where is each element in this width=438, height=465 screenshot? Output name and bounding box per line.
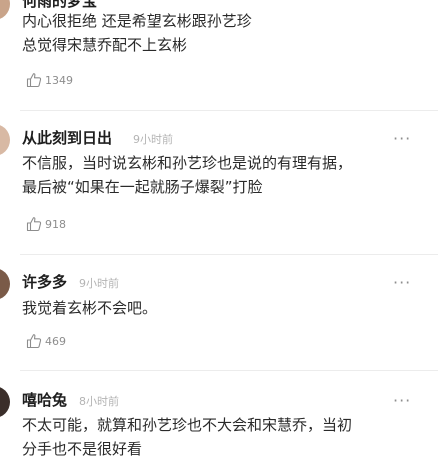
avatar[interactable]	[0, 124, 10, 156]
comment-text: 我觉着玄彬不会吧。	[22, 299, 158, 317]
comment-author[interactable]: 从此刻到日出	[22, 127, 112, 148]
divider	[20, 110, 438, 111]
like-button[interactable]: 918	[26, 216, 66, 232]
comment-author[interactable]: 许多多	[22, 271, 67, 292]
comment-text: 内心很拒绝 还是希望玄彬跟孙艺珍 总觉得宋慧乔配不上玄彬	[22, 12, 252, 54]
like-count: 1349	[45, 73, 73, 87]
like-button[interactable]: 469	[26, 333, 66, 349]
like-count: 918	[45, 217, 66, 231]
comment-time: 9小时前	[133, 133, 173, 146]
thumbs-up-icon	[26, 216, 42, 232]
more-icon[interactable]: ···	[393, 131, 411, 147]
comment-text: 不太可能，就算和孙艺珍也不大会和宋慧乔，当初 分手也不是很好看	[22, 416, 353, 458]
comment-author[interactable]: 嘻哈兔	[22, 389, 67, 410]
comment-time: 9小时前	[79, 277, 119, 290]
more-icon[interactable]: ···	[393, 393, 411, 409]
comment-text: 不信服，当时说玄彬和孙艺珍也是说的有理有据， 最后被“如果在一起就肠子爆裂”打脸	[22, 154, 353, 196]
divider	[20, 254, 438, 255]
like-button[interactable]: 1349	[26, 72, 73, 88]
avatar[interactable]	[0, 386, 10, 418]
thumbs-up-icon	[26, 333, 42, 349]
thumbs-up-icon	[26, 72, 42, 88]
avatar[interactable]	[0, 268, 10, 300]
more-icon[interactable]: ···	[393, 275, 411, 291]
divider	[20, 370, 438, 371]
comment-time: 8小时前	[79, 395, 119, 408]
like-count: 469	[45, 334, 66, 348]
avatar[interactable]	[0, 0, 10, 20]
